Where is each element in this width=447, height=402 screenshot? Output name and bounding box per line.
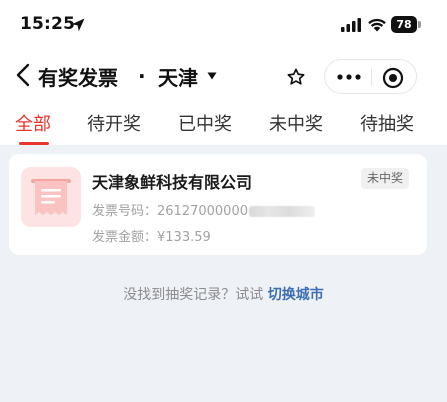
invoice-amount-row: 发票金额：¥133.59 [92,226,211,245]
city-selector[interactable]: 天津 [158,62,198,91]
invoice-number-label: 发票号码： [92,204,158,219]
tab-to-draw[interactable]: 待抽奖 [360,110,414,136]
capsule-divider [371,69,372,86]
page: 15:25 78 有奖发票 · 天津 全部 待开奖 已中奖 未中奖 待抽奖 天津… [0,0,447,402]
top-header-area: 15:25 78 有奖发票 · 天津 全部 待开奖 已中奖 未中奖 待抽奖 [0,0,447,145]
title-separator: · [138,64,146,88]
empty-hint: 没找到抽奖记录？试试 切换城市 [0,284,447,304]
status-badge: 未中奖 [361,168,410,189]
redacted-mask [249,206,315,217]
tab-pending-draw[interactable]: 待开奖 [87,110,141,136]
active-tab-indicator [19,142,49,145]
target-icon[interactable] [382,67,404,89]
invoice-amount-label: 发票金额： [92,230,158,245]
more-icon[interactable] [337,74,361,80]
invoice-number-row: 发票号码：26127000000 [92,200,315,219]
company-name: 天津象鲜科技有限公司 [92,173,253,192]
switch-city-link[interactable]: 切换城市 [268,287,324,303]
invoice-thumbnail [21,167,81,227]
page-title: 有奖发票 [38,66,118,90]
invoice-amount-value: ¥133.59 [157,230,211,245]
favorite-button[interactable] [279,60,313,94]
invoice-card[interactable]: 天津象鲜科技有限公司 未中奖 发票号码：26127000000 发票金额：¥13… [9,154,427,255]
location-arrow-icon [71,18,85,32]
wifi-icon [368,18,386,32]
battery-cap [418,21,421,28]
status-bar: 15:25 78 [0,0,447,48]
status-time: 15:25 [20,14,76,34]
chevron-down-icon[interactable] [207,72,217,80]
receipt-icon [31,179,71,215]
signal-icon [341,18,361,32]
nav-bar: 有奖发票 · 天津 [0,56,447,96]
tab-won[interactable]: 已中奖 [178,110,232,136]
tab-not-won[interactable]: 未中奖 [269,110,323,136]
battery-icon: 78 [391,16,421,33]
filter-tabs: 全部 待开奖 已中奖 未中奖 待抽奖 [0,106,447,146]
invoice-number-value: 26127000000 [157,204,248,219]
mini-program-capsule [324,59,417,94]
star-icon [287,68,305,85]
back-icon[interactable] [14,62,34,88]
tab-all[interactable]: 全部 [15,110,51,136]
battery-percent: 78 [396,18,412,31]
hint-text: 没找到抽奖记录？试试 [123,287,264,303]
